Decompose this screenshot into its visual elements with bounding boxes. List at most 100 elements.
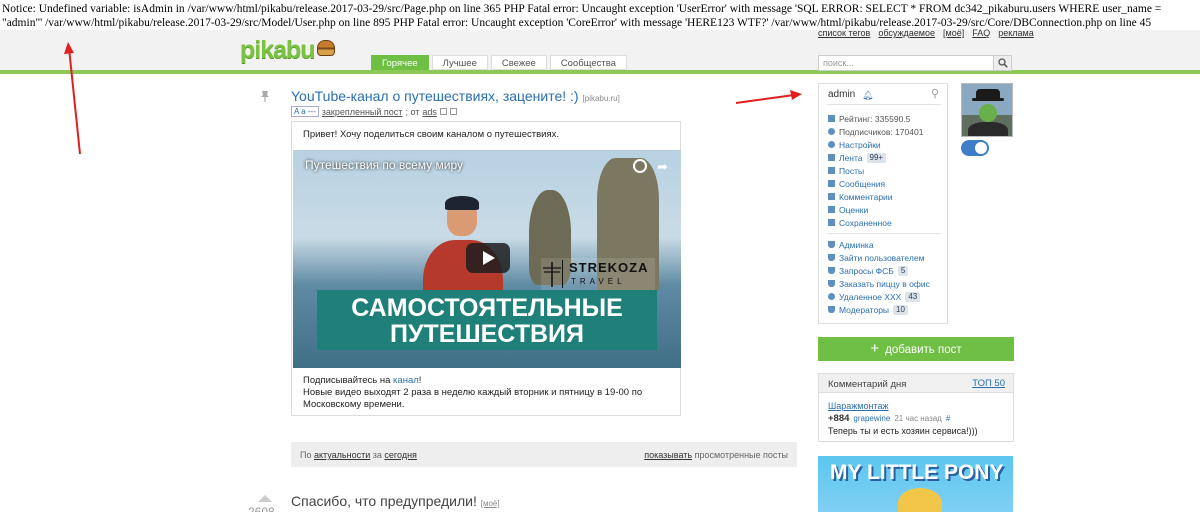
menu-deleted-xxx[interactable]: Удаленное XXX 43 bbox=[828, 290, 948, 303]
comments-icon bbox=[828, 193, 835, 200]
ad-text: MY LITTLE PONY bbox=[830, 461, 1004, 484]
menu-messages[interactable]: Сообщения bbox=[828, 177, 948, 190]
main-tabs: Горячее Лучшее Свежее Сообщества bbox=[371, 55, 627, 70]
shield-icon bbox=[828, 254, 835, 261]
top-50-link[interactable]: ТОП 50 bbox=[972, 378, 1005, 389]
globe-icon bbox=[828, 293, 835, 300]
video-banner: САМОСТОЯТЕЛЬНЫЕ ПУТЕШЕСТВИЯ bbox=[317, 290, 657, 350]
comment-author[interactable]: grapewine bbox=[853, 414, 890, 423]
menu-feed[interactable]: Лента 99+ bbox=[828, 151, 948, 164]
menu-saved[interactable]: Сохраненное bbox=[828, 216, 948, 229]
dragonfly-icon bbox=[541, 260, 563, 288]
banner-line-1: САМОСТОЯТЕЛЬНЫЕ bbox=[351, 294, 623, 322]
top-link-ads[interactable]: реклама bbox=[998, 28, 1034, 38]
from-label: ; от bbox=[405, 106, 420, 117]
tab-best[interactable]: Лучшее bbox=[431, 55, 488, 70]
top-links: список тегов обсуждаемое [моё] FAQ рекла… bbox=[818, 28, 1034, 38]
text-size-toggle[interactable]: A a --- bbox=[291, 106, 319, 117]
menu-impersonate[interactable]: Зайти пользователем bbox=[828, 251, 948, 264]
upvote-icon[interactable] bbox=[258, 495, 272, 502]
top-link-faq[interactable]: FAQ bbox=[972, 28, 990, 38]
watch-later-icon[interactable] bbox=[633, 159, 647, 173]
user-name[interactable]: admin bbox=[828, 89, 855, 100]
top-link-tags[interactable]: список тегов bbox=[818, 28, 870, 38]
posts-icon bbox=[828, 167, 835, 174]
sort-period-today[interactable]: сегодня bbox=[384, 450, 417, 460]
video-player[interactable]: Путешествия по всему миру ➦ STREKOZA TRA… bbox=[293, 150, 681, 368]
comment-permalink[interactable]: # bbox=[946, 414, 950, 423]
post-author[interactable]: ads bbox=[422, 107, 437, 117]
shield-icon bbox=[828, 267, 835, 274]
comment-meta: +884 grapewine 21 час назад # bbox=[828, 413, 950, 424]
search-input[interactable]: поиск... bbox=[818, 55, 1012, 71]
post-text: Подписывайтесь на канал! Новые видео вых… bbox=[303, 375, 643, 410]
sort-bar: По актуальности за сегодня показывать пр… bbox=[291, 442, 797, 467]
post-content: Привет! Хочу поделиться своим каналом о … bbox=[291, 121, 681, 416]
post-intro: Привет! Хочу поделиться своим каналом о … bbox=[303, 129, 559, 140]
channel-link[interactable]: канал bbox=[393, 375, 419, 386]
banner-line-2: ПУТЕШЕСТВИЯ bbox=[390, 320, 584, 348]
logo-text: pikabu bbox=[240, 35, 316, 64]
php-error-notice: Notice: Undefined variable: isAdmin in /… bbox=[2, 3, 1162, 29]
search-icon bbox=[998, 58, 1008, 68]
mail-icon bbox=[828, 180, 835, 187]
post2-title-text[interactable]: Спасибо, что предупредили! bbox=[291, 493, 477, 509]
user-panel: admin 🔔︎ ⚲ Рейтинг: 335590.5 Подписчиков… bbox=[818, 83, 948, 324]
menu-settings[interactable]: Настройки bbox=[828, 138, 948, 151]
burger-icon bbox=[316, 40, 335, 56]
menu-ratings[interactable]: Оценки bbox=[828, 203, 948, 216]
shield-icon bbox=[828, 241, 835, 248]
shield-icon bbox=[828, 280, 835, 287]
plus-icon[interactable] bbox=[449, 108, 457, 115]
menu-posts[interactable]: Посты bbox=[828, 164, 948, 177]
menu-moderators[interactable]: Модераторы 10 bbox=[828, 303, 948, 316]
user-rating: Рейтинг: 335590.5 bbox=[828, 112, 948, 125]
sort-by-relevance[interactable]: актуальности bbox=[314, 450, 370, 460]
show-viewed-toggle[interactable]: показывать bbox=[644, 450, 692, 460]
ad-banner[interactable]: MY LITTLE PONY bbox=[818, 456, 1013, 512]
rating-icon bbox=[828, 206, 835, 213]
post-title[interactable]: YouTube-канал о путешествиях, зацените! … bbox=[291, 88, 620, 104]
post2-title[interactable]: Спасибо, что предупредили! [моё] bbox=[291, 493, 500, 509]
share-icon[interactable]: ➦ bbox=[657, 159, 668, 175]
fsb-badge: 5 bbox=[897, 265, 909, 276]
tab-communities[interactable]: Сообщества bbox=[549, 55, 627, 70]
vote-count: 2608 bbox=[248, 505, 275, 512]
comment-post-link[interactable]: Шаражмонтаж bbox=[828, 401, 889, 411]
avatar[interactable] bbox=[961, 83, 1013, 137]
deleted-badge: 43 bbox=[905, 291, 921, 302]
tab-fresh[interactable]: Свежее bbox=[490, 55, 547, 70]
pinned-post-link[interactable]: закрепленный пост bbox=[322, 107, 403, 117]
menu-order-pizza[interactable]: Заказать пиццу в офис bbox=[828, 277, 948, 290]
theme-toggle[interactable] bbox=[961, 140, 989, 156]
top-link-discussed[interactable]: обсуждаемое bbox=[878, 28, 935, 38]
play-button[interactable] bbox=[466, 243, 510, 273]
top-link-mine[interactable]: [моё] bbox=[943, 28, 964, 38]
pin-icon[interactable]: ⚲ bbox=[931, 87, 939, 100]
post-title-text[interactable]: YouTube-канал о путешествиях, зацените! … bbox=[291, 88, 579, 104]
saved-icon bbox=[828, 219, 835, 226]
person-icon bbox=[828, 128, 835, 135]
tab-hot[interactable]: Горячее bbox=[371, 55, 429, 70]
post2-tag[interactable]: [моё] bbox=[481, 499, 500, 508]
gear-icon bbox=[828, 141, 835, 148]
annotation-arrow-right bbox=[735, 90, 802, 104]
comment-of-day: Комментарий дня ТОП 50 Шаражмонтаж +884 … bbox=[818, 373, 1014, 442]
pin-icon bbox=[261, 91, 269, 102]
post-meta: A a --- закрепленный пост ; от ads bbox=[291, 106, 457, 117]
apple-icon bbox=[979, 104, 997, 122]
save-icon[interactable] bbox=[439, 108, 447, 115]
add-post-button[interactable]: + добавить пост bbox=[818, 337, 1014, 361]
menu-admin[interactable]: Админка bbox=[828, 238, 948, 251]
bar-chart-icon bbox=[828, 115, 835, 122]
site-logo[interactable]: pikabu bbox=[240, 36, 335, 64]
video-title[interactable]: Путешествия по всему миру bbox=[305, 158, 463, 172]
search-button[interactable] bbox=[993, 56, 1011, 70]
bell-icon[interactable]: 🔔︎ bbox=[862, 90, 873, 101]
video-brand: STREKOZA TRAVEL bbox=[541, 258, 655, 290]
menu-fsb-requests[interactable]: Запросы ФСБ 5 bbox=[828, 264, 948, 277]
menu-comments[interactable]: Комментарии bbox=[828, 190, 948, 203]
shield-icon bbox=[828, 306, 835, 313]
comment-text: Теперь ты и есть хозяин сервиса!))) bbox=[828, 426, 978, 436]
feed-icon bbox=[828, 154, 835, 161]
